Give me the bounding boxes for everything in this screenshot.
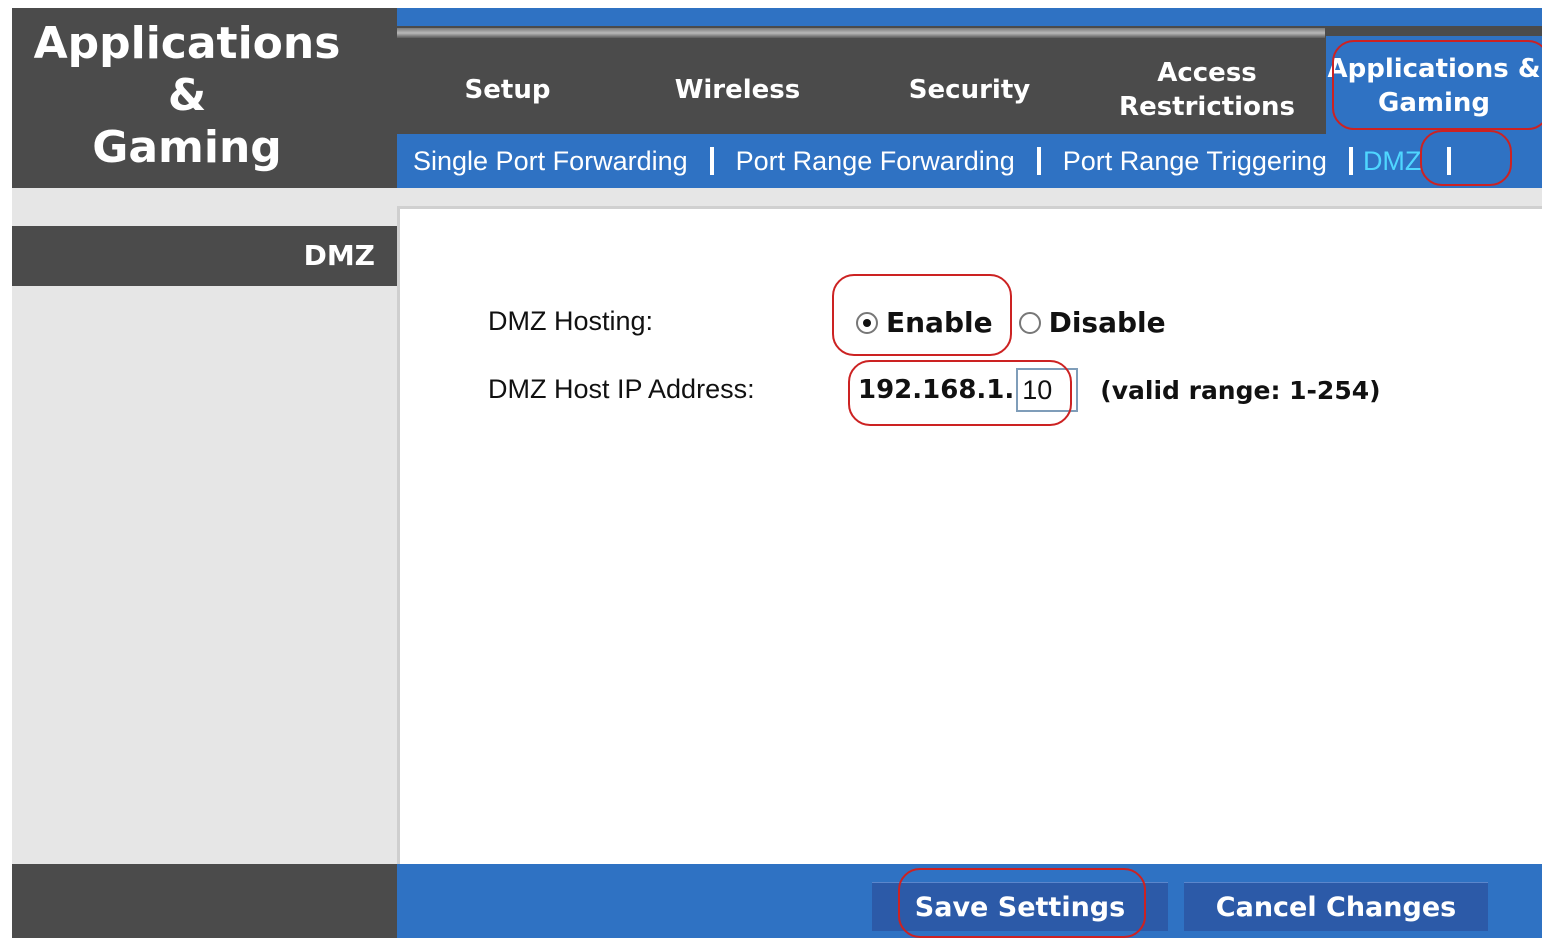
brand-panel: Applications & Gaming bbox=[12, 8, 397, 188]
tab-access-label-line1: Access bbox=[1157, 58, 1257, 88]
subnav-port-range-forwarding[interactable]: Port Range Forwarding bbox=[736, 146, 1015, 177]
tab-strip-bevel bbox=[397, 28, 1325, 38]
tab-wireless-label: Wireless bbox=[674, 75, 801, 105]
content-gap bbox=[397, 188, 1542, 206]
tab-setup-label: Setup bbox=[464, 75, 551, 105]
subnav-separator bbox=[1447, 147, 1452, 175]
content-panel bbox=[397, 206, 1542, 866]
subnav-dmz[interactable]: DMZ bbox=[1363, 146, 1421, 177]
tab-apps-label-line1: Applications & bbox=[1327, 54, 1541, 84]
dmz-hosting-radio-group: Enable Disable bbox=[856, 306, 1184, 339]
enable-radio[interactable] bbox=[856, 311, 878, 334]
section-label: DMZ bbox=[12, 226, 397, 286]
left-column bbox=[12, 188, 397, 864]
ip-valid-range-hint: (valid range: 1-254) bbox=[1100, 375, 1381, 405]
tab-wireless[interactable]: Wireless bbox=[630, 56, 845, 124]
tab-security-label: Security bbox=[908, 75, 1031, 105]
subnav-separator bbox=[1036, 147, 1041, 175]
page-title-line2: Gaming bbox=[92, 122, 282, 173]
page-title-line1: Applications & bbox=[33, 18, 341, 121]
subnav: Single Port Forwarding Port Range Forwar… bbox=[397, 134, 1542, 188]
tab-security[interactable]: Security bbox=[862, 56, 1077, 124]
tab-setup[interactable]: Setup bbox=[400, 56, 615, 124]
subnav-separator bbox=[709, 147, 714, 175]
page-title: Applications & Gaming bbox=[12, 18, 362, 174]
ip-prefix: 192.168.1. bbox=[858, 375, 1015, 405]
dmz-host-ip-row: 192.168.1. (valid range: 1-254) bbox=[858, 368, 1381, 412]
cancel-changes-button[interactable]: Cancel Changes bbox=[1184, 882, 1488, 931]
footer-left bbox=[12, 864, 397, 938]
dmz-hosting-label: DMZ Hosting: bbox=[488, 306, 654, 336]
subnav-port-range-triggering[interactable]: Port Range Triggering bbox=[1063, 146, 1327, 177]
tab-applications-gaming[interactable]: Applications & Gaming bbox=[1326, 36, 1542, 134]
tab-apps-label-line2: Gaming bbox=[1377, 88, 1490, 118]
ip-last-octet-input[interactable] bbox=[1016, 368, 1079, 412]
subnav-single-port-forwarding[interactable]: Single Port Forwarding bbox=[413, 146, 688, 177]
header-accent-bar bbox=[397, 8, 1542, 26]
tab-access-restrictions[interactable]: Access Restrictions bbox=[1092, 56, 1322, 124]
enable-label[interactable]: Enable bbox=[886, 306, 993, 339]
disable-radio[interactable] bbox=[1018, 311, 1041, 334]
tab-access-label-line2: Restrictions bbox=[1119, 92, 1295, 122]
save-settings-button[interactable]: Save Settings bbox=[872, 882, 1168, 931]
disable-label[interactable]: Disable bbox=[1049, 306, 1166, 339]
dmz-host-ip-label: DMZ Host IP Address: bbox=[488, 374, 755, 404]
subnav-separator bbox=[1348, 147, 1353, 175]
